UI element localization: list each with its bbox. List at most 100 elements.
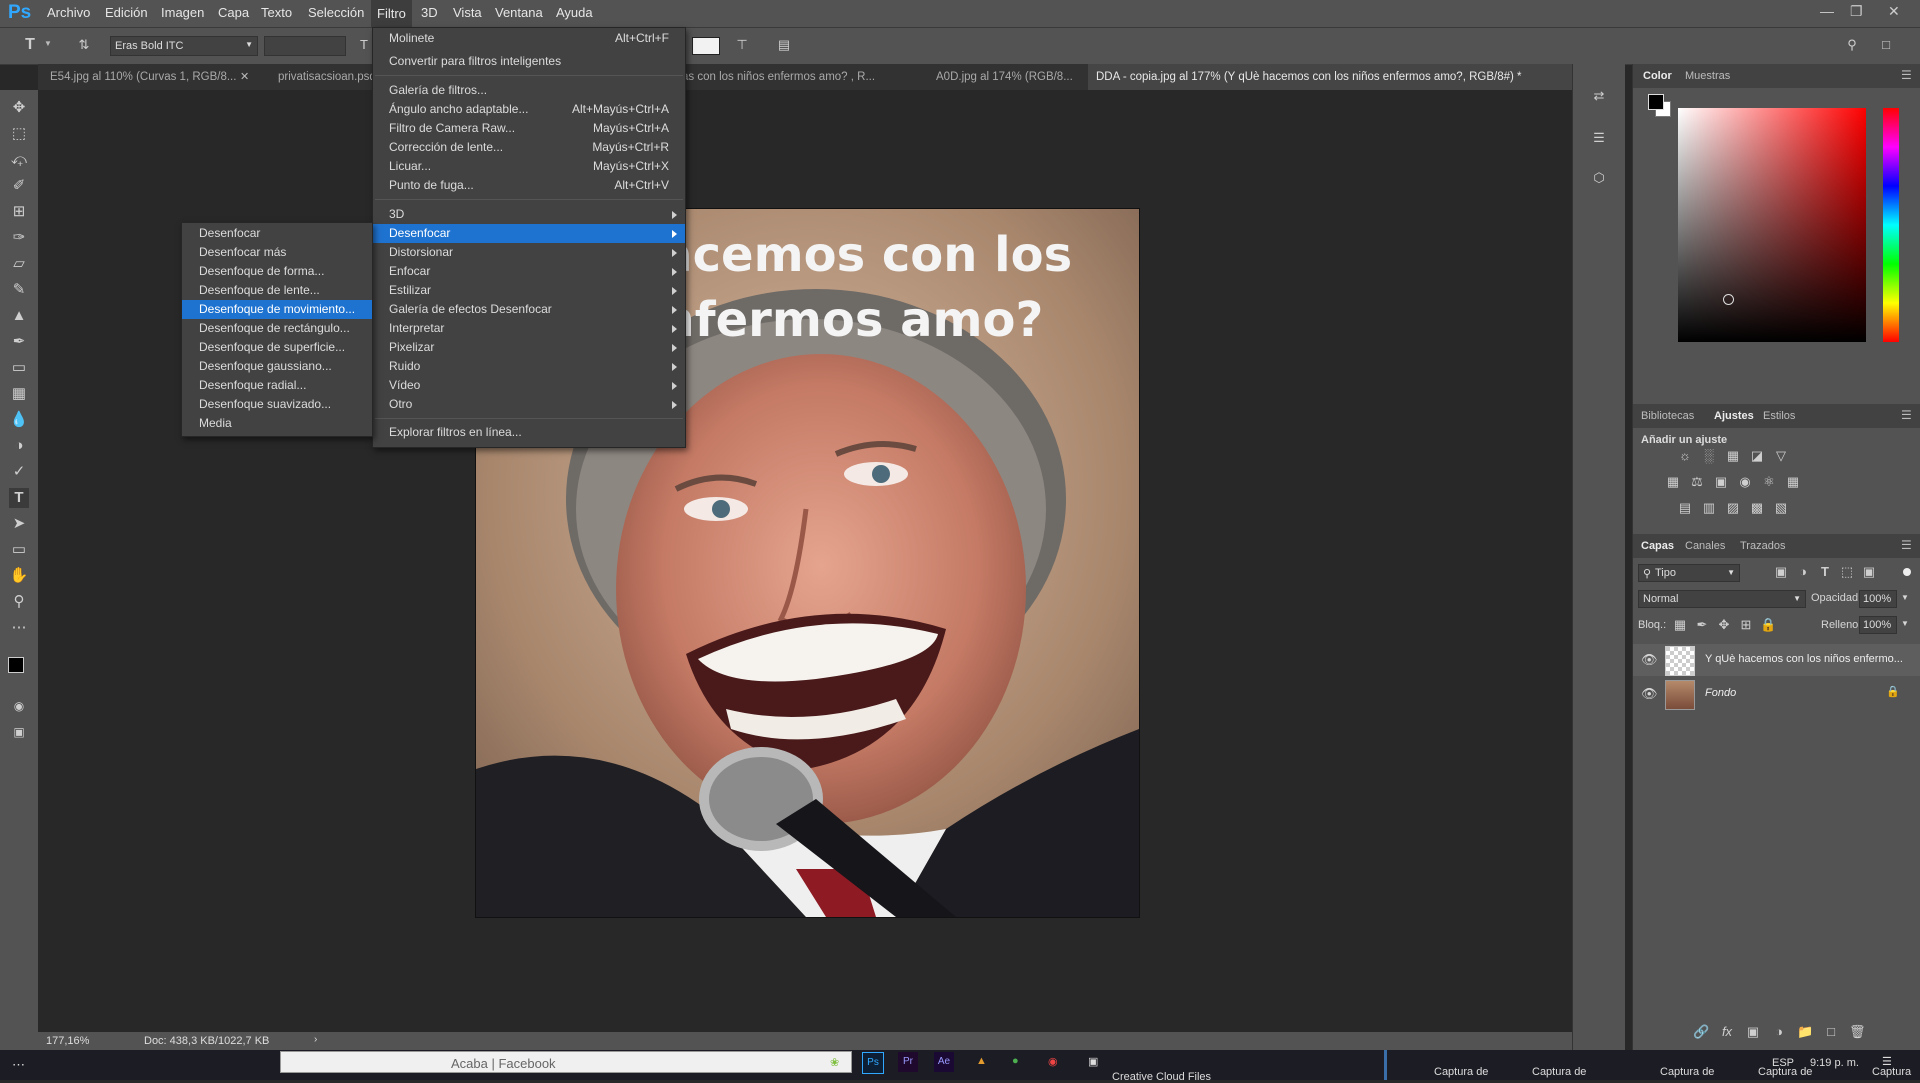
zoom-tool-icon[interactable]: ⚲: [9, 592, 29, 612]
menu-item-desenfocar[interactable]: Desenfocar: [373, 224, 685, 243]
layer-row[interactable]: 👁 Y qUè hacemos con los niños enfermo...: [1633, 644, 1920, 676]
toggle-orientation-icon[interactable]: ⇅: [76, 37, 92, 53]
new-group-icon[interactable]: 📁: [1797, 1024, 1813, 1040]
channel-mixer-icon[interactable]: ⚛: [1761, 474, 1777, 490]
submenu-item-gaussiano[interactable]: Desenfoque gaussiano...: [182, 357, 372, 376]
leaf-icon[interactable]: ❀: [830, 1056, 839, 1069]
properties-panel-icon[interactable]: ☰: [1591, 130, 1607, 146]
zoom-level[interactable]: 177,16%: [46, 1035, 89, 1047]
lock-position-icon[interactable]: ✥: [1716, 617, 1732, 633]
screen-mode-icon[interactable]: ▣: [9, 722, 29, 742]
menu-item-galeria-desenfocar[interactable]: Galería de efectos Desenfocar: [373, 300, 685, 319]
menu-seleccion[interactable]: Selección: [308, 5, 364, 20]
gradient-map-icon[interactable]: ▧: [1773, 500, 1789, 516]
chevron-down-icon[interactable]: ▼: [44, 39, 52, 48]
canvas-text-line1[interactable]: hacemos con los: [626, 227, 1072, 283]
menu-item-enfocar[interactable]: Enfocar: [373, 262, 685, 281]
foreground-color-swatch[interactable]: [1648, 94, 1664, 110]
tab-capas[interactable]: Capas: [1641, 540, 1674, 552]
submenu-item-suavizado[interactable]: Desenfoque suavizado...: [182, 395, 372, 414]
menu-imagen[interactable]: Imagen: [161, 5, 204, 20]
tab-color[interactable]: Color: [1643, 70, 1672, 82]
submenu-item-superficie[interactable]: Desenfoque de superficie...: [182, 338, 372, 357]
menu-edicion[interactable]: Edición: [105, 5, 148, 20]
filter-pixel-icon[interactable]: ▣: [1773, 564, 1789, 580]
menu-item-camera-raw[interactable]: Filtro de Camera Raw... Mayús+Ctrl+A: [373, 119, 685, 138]
brightness-icon[interactable]: ☼: [1677, 448, 1693, 464]
curves-icon[interactable]: ▦: [1725, 448, 1741, 464]
hue-saturation-icon[interactable]: ▦: [1665, 474, 1681, 490]
blur-tool-icon[interactable]: 💧: [9, 410, 29, 430]
warp-text-icon[interactable]: ⊤: [734, 37, 750, 53]
color-field[interactable]: [1678, 108, 1866, 342]
menu-vista[interactable]: Vista: [453, 5, 482, 20]
tab-estilos[interactable]: Estilos: [1763, 410, 1795, 422]
blend-mode-select[interactable]: Normal ▼: [1638, 590, 1806, 608]
dodge-tool-icon[interactable]: ◑: [9, 436, 29, 456]
font-family-select[interactable]: Eras Bold ITC ▼: [110, 36, 258, 56]
menu-filtro[interactable]: Filtro: [371, 0, 412, 27]
eye-icon[interactable]: 👁: [1641, 652, 1658, 668]
submenu-item-movimiento[interactable]: Desenfoque de movimiento...: [182, 300, 372, 319]
layer-name[interactable]: Fondo: [1705, 687, 1736, 699]
hand-tool-icon[interactable]: ✋: [9, 566, 29, 586]
black-white-icon[interactable]: ▣: [1713, 474, 1729, 490]
eye-icon[interactable]: 👁: [1641, 686, 1658, 702]
invert-icon[interactable]: ▤: [1677, 500, 1693, 516]
premiere-taskbar-icon[interactable]: Pr: [898, 1052, 918, 1072]
photo-filter-icon[interactable]: ◉: [1737, 474, 1753, 490]
menu-item-ruido[interactable]: Ruido: [373, 357, 685, 376]
utility-taskbar-icon[interactable]: ●: [1012, 1055, 1019, 1067]
character-panel-icon[interactable]: ▤: [776, 37, 792, 53]
posterize-icon[interactable]: ▥: [1701, 500, 1717, 516]
menu-item-explorar[interactable]: Explorar filtros en línea...: [373, 423, 685, 442]
minimize-icon[interactable]: —: [1820, 3, 1834, 19]
menu-item-licuar[interactable]: Licuar... Mayús+Ctrl+X: [373, 157, 685, 176]
type-tool-icon[interactable]: T: [9, 488, 29, 508]
menu-item-punto-fuga[interactable]: Punto de fuga... Alt+Ctrl+V: [373, 176, 685, 195]
gradient-tool-icon[interactable]: ▦: [9, 384, 29, 404]
layer-row[interactable]: 👁 Fondo 🔒: [1633, 678, 1920, 710]
lock-artboard-icon[interactable]: ⊞: [1738, 617, 1754, 633]
menu-item-convertir[interactable]: Convertir para filtros inteligentes: [373, 52, 685, 71]
menu-item-pixelizar[interactable]: Pixelizar: [373, 338, 685, 357]
menu-item-estilizar[interactable]: Estilizar: [373, 281, 685, 300]
tab-ajustes[interactable]: Ajustes: [1714, 410, 1754, 422]
history-panel-icon[interactable]: ⇄: [1591, 88, 1607, 104]
filter-adjustment-icon[interactable]: ◑: [1795, 564, 1811, 580]
menu-item-otro[interactable]: Otro: [373, 395, 685, 414]
menu-texto[interactable]: Texto: [261, 5, 292, 20]
menu-capa[interactable]: Capa: [218, 5, 249, 20]
menu-item-video[interactable]: Vídeo: [373, 376, 685, 395]
eraser-tool-icon[interactable]: ▭: [9, 358, 29, 378]
pen-tool-icon[interactable]: ✓: [9, 462, 29, 482]
text-size-icon[interactable]: T: [356, 37, 372, 53]
canvas-text-line2[interactable]: enfermos amo?: [628, 292, 1043, 348]
crop-tool-icon[interactable]: ⊞: [9, 202, 29, 222]
menu-3d[interactable]: 3D: [421, 5, 438, 20]
threshold-icon[interactable]: ▨: [1725, 500, 1741, 516]
new-adjustment-icon[interactable]: ◑: [1771, 1024, 1787, 1040]
foreground-color-swatch[interactable]: [8, 657, 24, 673]
start-grid-icon[interactable]: ⋯: [12, 1057, 25, 1073]
tab-dda-copia[interactable]: DDA - copia.jpg al 177% (Y qUè hacemos c…: [1088, 64, 1602, 90]
quick-mask-icon[interactable]: ◉: [9, 696, 29, 716]
filter-smart-icon[interactable]: ▣: [1861, 564, 1877, 580]
rectangle-tool-icon[interactable]: ▭: [9, 540, 29, 560]
text-color-swatch[interactable]: [692, 37, 720, 55]
close-tab-icon[interactable]: ✕: [240, 64, 249, 90]
menu-item-distorsionar[interactable]: Distorsionar: [373, 243, 685, 262]
filter-toggle[interactable]: [1903, 568, 1911, 576]
submenu-item-lente[interactable]: Desenfoque de lente...: [182, 281, 372, 300]
tab-bibliotecas[interactable]: Bibliotecas: [1641, 410, 1694, 422]
chevron-down-icon[interactable]: ▼: [1901, 619, 1909, 628]
3d-panel-icon[interactable]: ⬡: [1591, 170, 1607, 186]
path-selection-tool-icon[interactable]: ➤: [9, 514, 29, 534]
clone-stamp-tool-icon[interactable]: ▲: [9, 306, 29, 326]
browser-window-thumb[interactable]: Acaba | Facebook: [280, 1051, 852, 1073]
menu-archivo[interactable]: Archivo: [47, 5, 90, 20]
capture-item[interactable]: Captura de: [1660, 1066, 1714, 1078]
tab-muestras[interactable]: Muestras: [1685, 70, 1730, 82]
exposure-icon[interactable]: ◪: [1749, 448, 1765, 464]
brush-tool-icon[interactable]: ✎: [9, 280, 29, 300]
